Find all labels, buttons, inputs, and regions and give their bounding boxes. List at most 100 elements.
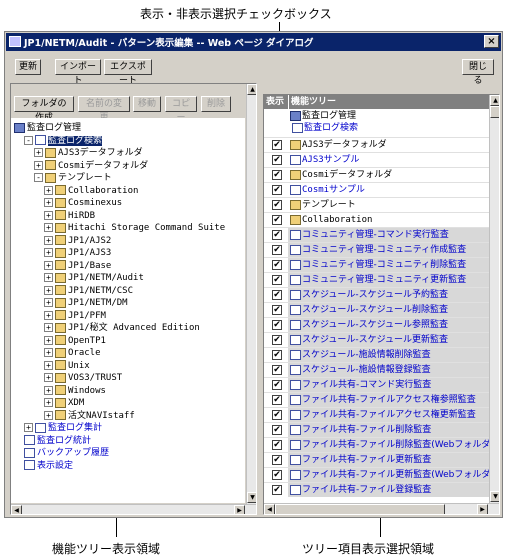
close-icon[interactable]: × xyxy=(484,35,499,48)
tree-item-label[interactable]: VOS3/TRUST xyxy=(68,373,122,383)
tree-item-entry[interactable]: ファイル共有-ファイル削除監査 xyxy=(288,423,489,437)
tree-item-entry[interactable]: Cosmiデータフォルダ xyxy=(288,168,489,182)
show-checkbox[interactable]: ✔ xyxy=(272,215,282,225)
tree-item-label[interactable]: Cosmiデータフォルダ xyxy=(58,161,148,171)
tree-item-entry[interactable]: テンプレート xyxy=(288,198,489,212)
tree-item[interactable]: + AJS3データフォルダ xyxy=(11,147,143,159)
tree-item[interactable]: 監査ログ管理 xyxy=(11,122,81,134)
export-button[interactable]: エクスポート xyxy=(104,59,152,86)
expand-icon[interactable]: + xyxy=(44,323,53,332)
tree-item-entry[interactable]: スケジュール-スケジュール参照監査 xyxy=(288,318,489,332)
expand-icon[interactable]: + xyxy=(44,223,53,232)
update-button[interactable]: 更新 xyxy=(15,59,41,75)
tree-item-label[interactable]: HiRDB xyxy=(68,211,95,221)
tree-item-entry[interactable]: ファイル共有-ファイルアクセス権参照監査 xyxy=(288,393,489,407)
import-button[interactable]: インポート xyxy=(55,59,101,86)
tree-item-entry[interactable]: スケジュール-スケジュール更新監査 xyxy=(288,333,489,347)
show-checkbox[interactable]: ✔ xyxy=(272,485,282,495)
expand-icon[interactable]: + xyxy=(44,198,53,207)
tree-item[interactable]: + JP1/PFM xyxy=(11,310,106,322)
tree-item-label[interactable]: AJS3データフォルダ xyxy=(58,148,143,158)
tree-item[interactable]: + JP1/NETM/DM xyxy=(11,297,128,309)
expand-icon[interactable]: + xyxy=(44,310,53,320)
close-button[interactable]: 閉じる xyxy=(462,59,494,86)
tree-item-entry[interactable]: ファイル共有-コマンド実行監査 xyxy=(288,378,489,392)
show-checkbox[interactable]: ✔ xyxy=(272,440,282,450)
tree-item-label[interactable]: 表示設定 xyxy=(37,461,73,471)
tree-item-label[interactable]: Oracle xyxy=(68,348,101,358)
show-checkbox[interactable]: ✔ xyxy=(272,275,282,285)
show-checkbox[interactable]: ✔ xyxy=(272,470,282,480)
tree-item-entry[interactable]: コミュニティ管理-コミュニティ削除監査 xyxy=(288,258,489,272)
tree-item-label[interactable]: OpenTP1 xyxy=(68,336,106,346)
right-scroll-up-button[interactable]: ▲ xyxy=(490,95,499,106)
tree-item-entry[interactable]: コミュニティ管理-コマンド実行監査 xyxy=(288,228,489,242)
expand-icon[interactable]: + xyxy=(34,148,43,157)
tree-item-label[interactable]: JP1/秘文 Advanced Edition xyxy=(68,323,200,333)
tree-item[interactable]: + Cosminexus xyxy=(11,197,122,209)
tree-item[interactable]: + HiRDB xyxy=(11,210,95,222)
new-folder-button[interactable]: フォルダの作成 xyxy=(14,96,74,123)
copy-button[interactable]: コピー xyxy=(165,96,197,123)
tree-item[interactable]: + JP1/AJS2 xyxy=(11,235,111,247)
scroll-up-button[interactable]: ▲ xyxy=(247,84,256,95)
collapse-icon[interactable]: - xyxy=(24,135,33,145)
tree-item-label[interactable]: 活文NAVIstaff xyxy=(68,411,135,421)
tree-item-entry[interactable]: ファイル共有-ファイル削除監査(Webフォルダ) xyxy=(288,438,489,452)
tree-item[interactable]: + JP1/NETM/Audit xyxy=(11,272,144,284)
tree-item-label[interactable]: Unix xyxy=(68,361,90,371)
tree-item[interactable]: + Collaboration xyxy=(11,185,138,197)
tree-item[interactable]: - 監査ログ検索 xyxy=(11,135,103,147)
collapse-icon[interactable]: - xyxy=(34,173,43,182)
tree-item-label[interactable]: 監査ログ集計 xyxy=(48,423,102,433)
show-checkbox[interactable]: ✔ xyxy=(272,140,282,150)
expand-icon[interactable]: + xyxy=(44,185,53,195)
tree-item[interactable]: + JP1/NETM/CSC xyxy=(11,285,133,297)
right-scroll-right-button[interactable]: ▶ xyxy=(477,504,488,514)
expand-icon[interactable]: + xyxy=(44,210,53,220)
tree-item-label[interactable]: Collaboration xyxy=(68,186,138,196)
tree-item[interactable]: - テンプレート xyxy=(11,172,112,184)
tree-item-entry[interactable]: スケジュール-施設情報登録監査 xyxy=(288,363,489,377)
tree-item-label[interactable]: JP1/NETM/CSC xyxy=(68,286,133,296)
show-checkbox[interactable]: ✔ xyxy=(272,455,282,465)
right-scroll-hthumb[interactable] xyxy=(275,504,445,514)
expand-icon[interactable]: + xyxy=(24,423,33,432)
tree-item-label[interactable]: テンプレート xyxy=(58,173,112,183)
tree-item-label[interactable]: XDM xyxy=(68,398,84,408)
show-checkbox[interactable]: ✔ xyxy=(272,200,282,210)
expand-icon[interactable]: + xyxy=(44,360,53,370)
tree-item[interactable]: + JP1/AJS3 xyxy=(11,247,111,259)
show-checkbox[interactable]: ✔ xyxy=(272,170,282,180)
tree-item-label[interactable]: 監査ログ管理 xyxy=(27,123,81,133)
show-checkbox[interactable]: ✔ xyxy=(272,185,282,195)
right-vertical-scrollbar[interactable]: ▲ ▼ xyxy=(489,95,499,504)
tree-item-entry[interactable]: AJS3データフォルダ xyxy=(288,138,489,152)
left-vertical-scrollbar[interactable]: ▲ ▼ xyxy=(246,84,256,504)
tree-item[interactable]: + OpenTP1 xyxy=(11,335,106,347)
scroll-down-button[interactable]: ▼ xyxy=(247,492,256,503)
tree-item[interactable]: + 活文NAVIstaff xyxy=(11,410,135,422)
right-scroll-left-button[interactable]: ◀ xyxy=(264,504,275,514)
tree-item[interactable]: + Cosmiデータフォルダ xyxy=(11,160,148,172)
expand-icon[interactable]: + xyxy=(44,410,53,420)
tree-item[interactable]: + XDM xyxy=(11,397,84,409)
show-checkbox[interactable]: ✔ xyxy=(272,245,282,255)
show-checkbox[interactable]: ✔ xyxy=(272,320,282,330)
tree-item-entry[interactable]: ファイル共有-ファイルアクセス権更新監査 xyxy=(288,408,489,422)
right-scroll-down-button[interactable]: ▼ xyxy=(490,491,499,502)
tree-item-entry[interactable]: スケジュール-スケジュール予約監査 xyxy=(288,288,489,302)
tree-item-entry[interactable]: スケジュール-スケジュール削除監査 xyxy=(288,303,489,317)
expand-icon[interactable]: + xyxy=(44,398,53,407)
expand-icon[interactable]: + xyxy=(44,348,53,357)
expand-icon[interactable]: + xyxy=(44,235,53,245)
tree-item-entry[interactable]: コミュニティ管理-コミュニティ作成監査 xyxy=(288,243,489,257)
show-checkbox[interactable]: ✔ xyxy=(272,425,282,435)
expand-icon[interactable]: + xyxy=(44,335,53,345)
show-checkbox[interactable]: ✔ xyxy=(272,350,282,360)
expand-icon[interactable]: + xyxy=(34,160,43,170)
tree-item-label[interactable]: バックアップ履歴 xyxy=(37,448,109,458)
tree-item-label[interactable]: JP1/AJS3 xyxy=(68,248,111,258)
move-button[interactable]: 移動 xyxy=(133,96,161,112)
tree-item-label[interactable]: JP1/NETM/Audit xyxy=(68,273,144,283)
